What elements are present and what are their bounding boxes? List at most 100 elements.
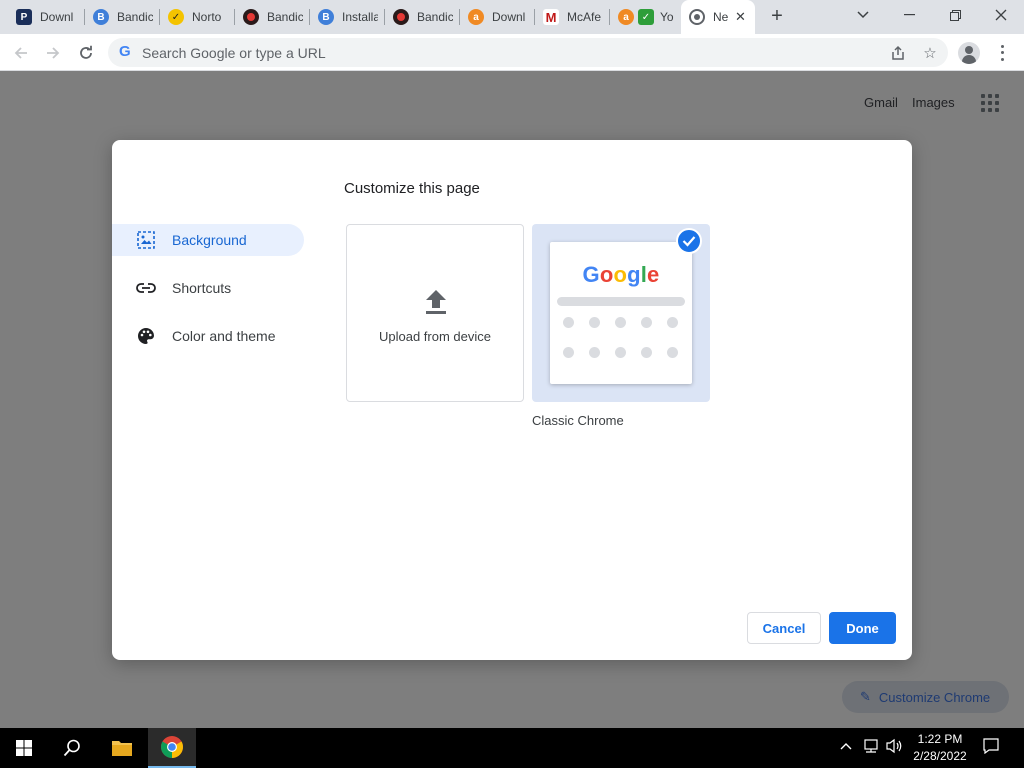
menu-kebab-icon[interactable] <box>994 43 1010 63</box>
tab-label: Bandic <box>267 10 303 24</box>
bandicam-record-icon <box>243 9 259 25</box>
preview-shortcut <box>641 317 652 328</box>
preview-shortcut <box>615 317 626 328</box>
browser-tab[interactable]: M McAfe <box>535 0 609 34</box>
network-icon[interactable] <box>862 738 880 757</box>
close-window-button[interactable] <box>978 0 1024 30</box>
search-icon <box>63 739 80 757</box>
address-input[interactable] <box>142 42 862 63</box>
tab-strip: P Downl B Bandic ✓ Norto Bandic B Instal… <box>0 0 1024 34</box>
windows-taskbar: 1:22 PM 2/28/2022 <box>0 728 1024 768</box>
file-explorer-button[interactable] <box>98 728 146 768</box>
palette-icon <box>136 326 156 346</box>
browser-tab[interactable]: Bandic <box>385 0 459 34</box>
apps-grid-icon[interactable] <box>981 94 999 112</box>
back-button[interactable] <box>8 40 34 66</box>
new-tab-button[interactable]: + <box>766 6 788 28</box>
browser-tab[interactable]: a Downl <box>460 0 534 34</box>
customize-chrome-button[interactable]: ✎ Customize Chrome <box>842 681 1009 713</box>
minimize-button[interactable] <box>886 0 932 30</box>
restore-icon <box>949 9 961 21</box>
menu-item-label: Shortcuts <box>172 280 232 296</box>
done-button[interactable]: Done <box>829 612 896 644</box>
restore-button[interactable] <box>932 0 978 30</box>
menu-item-shortcuts[interactable]: Shortcuts <box>112 272 304 304</box>
preview-shortcut <box>641 347 652 358</box>
upload-icon <box>426 290 446 314</box>
browser-tab[interactable]: a ✓ Yo <box>610 0 680 34</box>
tab-label: Ne <box>713 10 729 24</box>
search-button[interactable] <box>48 728 96 768</box>
classic-chrome-label: Classic Chrome <box>532 413 624 428</box>
menu-item-background[interactable]: Background <box>112 224 304 256</box>
windows-logo-icon <box>16 740 32 756</box>
link-icon <box>136 278 156 298</box>
avast-icon: a <box>468 9 484 25</box>
close-icon <box>995 9 1007 21</box>
preview-shortcut <box>667 347 678 358</box>
chevron-down-icon <box>857 11 869 19</box>
menu-item-label: Background <box>172 232 247 248</box>
browser-tab[interactable]: B Bandic <box>85 0 159 34</box>
customize-chrome-label: Customize Chrome <box>878 689 991 705</box>
clock-time: 1:22 PM <box>917 732 963 746</box>
forward-button[interactable] <box>40 40 66 66</box>
pdf-icon: P <box>16 9 32 25</box>
tab-label: Downl <box>40 10 74 24</box>
images-link[interactable]: Images <box>912 95 955 110</box>
reload-icon <box>80 45 92 59</box>
start-button[interactable] <box>0 728 48 768</box>
norton-check-icon: ✓ <box>168 9 184 25</box>
share-icon[interactable] <box>888 43 908 63</box>
menu-item-label: Color and theme <box>172 328 276 344</box>
bandicam-b-icon: B <box>93 9 109 25</box>
customize-dialog: Customize this page Background Shortcuts… <box>112 140 912 660</box>
menu-item-color-theme[interactable]: Color and theme <box>112 320 304 352</box>
classic-chrome-preview: Google <box>550 242 692 384</box>
chevron-up-icon[interactable] <box>840 738 852 753</box>
dialog-title: Customize this page <box>344 180 480 197</box>
google-g-icon: G <box>119 43 131 60</box>
preview-shortcut <box>667 317 678 328</box>
tab-label: Norto <box>192 10 222 24</box>
close-tab-icon[interactable]: ✕ <box>735 9 746 25</box>
pencil-icon: ✎ <box>860 689 871 704</box>
browser-tab[interactable]: Bandic <box>235 0 309 34</box>
upload-from-device-tile[interactable]: Upload from device <box>346 224 524 402</box>
tab-label: Bandic <box>417 10 453 24</box>
tab-label: McAfe <box>567 10 602 24</box>
new-tab-page: Gmail Images ✎ Customize Chrome Customiz… <box>0 71 1024 728</box>
preview-shortcut <box>563 317 574 328</box>
omnibox[interactable]: G ☆ <box>108 38 948 67</box>
bandicam-b-icon: B <box>318 9 334 25</box>
browser-tab[interactable]: P Downl <box>8 0 84 34</box>
browser-tab[interactable]: ✓ Norto <box>160 0 234 34</box>
preview-shortcut <box>589 347 600 358</box>
cancel-button[interactable]: Cancel <box>747 612 821 644</box>
chrome-taskbar-button[interactable] <box>148 728 196 768</box>
system-clock[interactable]: 1:22 PM 2/28/2022 <box>908 731 972 765</box>
folder-icon <box>112 741 132 756</box>
gmail-link[interactable]: Gmail <box>864 95 898 110</box>
clock-date: 2/28/2022 <box>913 749 967 763</box>
preview-shortcut <box>589 317 600 328</box>
bookmark-star-icon[interactable]: ☆ <box>920 43 940 63</box>
browser-tab-active[interactable]: Ne ✕ <box>681 0 755 34</box>
browser-tab[interactable]: B Installa <box>310 0 384 34</box>
tab-label: Yo <box>660 10 674 24</box>
notifications-icon[interactable] <box>983 738 999 757</box>
tab-label: Installa <box>342 10 378 24</box>
profile-avatar-icon[interactable] <box>958 42 980 64</box>
mcafee-icon: M <box>543 9 559 25</box>
avast-icon: a <box>618 9 634 25</box>
preview-search-bar <box>557 297 685 306</box>
preview-shortcut <box>615 347 626 358</box>
volume-icon[interactable] <box>886 738 904 757</box>
chrome-icon <box>689 9 705 25</box>
bandicam-record-icon <box>393 9 409 25</box>
tab-search-button[interactable] <box>840 0 886 30</box>
minimize-icon <box>903 14 915 16</box>
reload-button[interactable] <box>73 40 99 66</box>
image-icon <box>136 230 156 250</box>
selected-checkmark-icon <box>676 228 702 254</box>
